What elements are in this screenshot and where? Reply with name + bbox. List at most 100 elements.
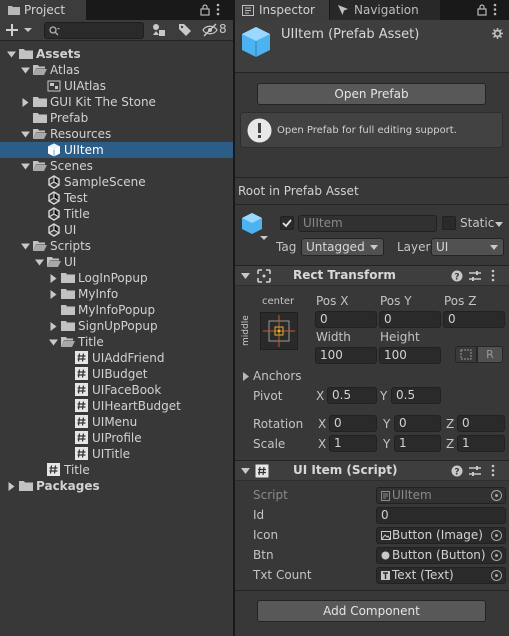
tree-item[interactable]: Test bbox=[0, 190, 233, 206]
tree-item[interactable]: SampleScene bbox=[0, 174, 233, 190]
object-field[interactable]: Button (Button) bbox=[376, 547, 506, 564]
search-by-type-icon[interactable] bbox=[152, 23, 168, 37]
layer-dropdown[interactable]: UI bbox=[431, 238, 504, 256]
object-picker-icon[interactable] bbox=[491, 570, 502, 581]
tree-item[interactable]: Title bbox=[0, 462, 233, 478]
tab-project[interactable]: Project bbox=[0, 0, 86, 20]
tree-item[interactable]: MyInfo bbox=[0, 286, 233, 302]
expand-arrow-down-icon[interactable] bbox=[35, 258, 44, 267]
foldout-arrow-icon[interactable] bbox=[241, 272, 250, 281]
tree-item-label: UIProfile bbox=[92, 431, 142, 445]
search-by-label-icon[interactable] bbox=[178, 23, 192, 37]
tree-item[interactable]: SignUpPopup bbox=[0, 318, 233, 334]
height-field[interactable]: 100 bbox=[379, 347, 441, 364]
tree-item[interactable]: UIBudget bbox=[0, 366, 233, 382]
hidden-packages-toggle[interactable] bbox=[202, 23, 218, 37]
object-picker-icon[interactable] bbox=[491, 490, 502, 501]
anchors-foldout-icon[interactable] bbox=[242, 372, 249, 381]
expand-arrow-down-icon[interactable] bbox=[21, 242, 30, 251]
rotation-z-field[interactable]: 0 bbox=[457, 415, 505, 432]
tab-navigation[interactable]: Navigation bbox=[330, 0, 440, 20]
gameobject-cube-icon[interactable] bbox=[241, 212, 269, 242]
expand-arrow-down-icon[interactable] bbox=[7, 50, 16, 59]
rect-transform-header[interactable]: Rect Transform ? bbox=[235, 265, 509, 286]
search-input[interactable] bbox=[44, 22, 144, 39]
tree-item[interactable]: Scripts bbox=[0, 238, 233, 254]
settings-gear-icon[interactable] bbox=[492, 28, 503, 39]
tree-item[interactable]: UIAddFriend bbox=[0, 350, 233, 366]
object-picker-icon[interactable] bbox=[491, 530, 502, 541]
foldout-arrow-icon[interactable] bbox=[241, 467, 250, 476]
tree-item[interactable]: UIMenu bbox=[0, 414, 233, 430]
tree-item[interactable]: UIAtlas bbox=[0, 78, 233, 94]
expand-arrow-down-icon[interactable] bbox=[49, 338, 58, 347]
pivot-y-field[interactable]: 0.5 bbox=[391, 387, 441, 404]
rotation-x-field[interactable]: 0 bbox=[329, 415, 377, 432]
tree-item[interactable]: Atlas bbox=[0, 62, 233, 78]
pos-x-field[interactable]: 0 bbox=[315, 311, 377, 328]
expand-arrow-down-icon[interactable] bbox=[21, 66, 30, 75]
static-dropdown-icon[interactable] bbox=[495, 222, 503, 227]
tree-item[interactable]: UI bbox=[0, 254, 233, 270]
tree-item[interactable]: UIProfile bbox=[0, 430, 233, 446]
expand-arrow-down-icon[interactable] bbox=[21, 130, 30, 139]
scale-z-field[interactable]: 1 bbox=[457, 435, 505, 452]
raw-edit-button[interactable]: R bbox=[477, 346, 503, 363]
open-prefab-button[interactable]: Open Prefab bbox=[257, 83, 486, 105]
rotation-y-field[interactable]: 0 bbox=[394, 415, 441, 432]
pivot-x-field[interactable]: 0.5 bbox=[327, 387, 377, 404]
tree-item[interactable]: UIItem bbox=[0, 142, 233, 158]
anchor-presets-button[interactable] bbox=[260, 312, 298, 350]
folder-icon bbox=[61, 320, 75, 334]
expand-arrow-right-icon[interactable] bbox=[49, 290, 58, 299]
width-field[interactable]: 100 bbox=[315, 347, 377, 364]
object-field[interactable]: Text (Text) bbox=[376, 567, 506, 584]
blueprint-mode-button[interactable] bbox=[455, 346, 477, 363]
component-kebab-icon[interactable] bbox=[491, 464, 503, 477]
create-add-button[interactable] bbox=[6, 23, 34, 37]
tree-item[interactable]: Title bbox=[0, 206, 233, 222]
scale-x-field[interactable]: 1 bbox=[329, 435, 377, 452]
expand-arrow-right-icon[interactable] bbox=[7, 482, 16, 491]
help-icon[interactable]: ? bbox=[451, 270, 463, 282]
static-checkbox[interactable] bbox=[442, 216, 456, 230]
object-field[interactable]: Button (Image) bbox=[376, 527, 506, 544]
presets-icon[interactable] bbox=[469, 465, 481, 477]
inspector-kebab-icon[interactable] bbox=[493, 3, 497, 16]
tree-item[interactable]: Assets bbox=[0, 46, 233, 62]
tree-item[interactable]: UIFaceBook bbox=[0, 382, 233, 398]
lock-icon[interactable] bbox=[200, 4, 210, 16]
expand-arrow-right-icon[interactable] bbox=[21, 98, 30, 107]
tree-item[interactable]: Resources bbox=[0, 126, 233, 142]
object-field[interactable]: 0 bbox=[376, 507, 506, 524]
scale-y-field[interactable]: 1 bbox=[394, 435, 441, 452]
object-name-field[interactable]: UIItem bbox=[298, 215, 437, 232]
tab-inspector[interactable]: Inspector bbox=[235, 0, 329, 20]
add-component-button[interactable]: Add Component bbox=[257, 600, 486, 622]
csharp-script-icon bbox=[75, 431, 89, 445]
expand-arrow-down-icon[interactable] bbox=[21, 162, 30, 171]
tree-item[interactable]: Title bbox=[0, 334, 233, 350]
tree-item[interactable]: GUI Kit The Stone bbox=[0, 94, 233, 110]
tag-dropdown[interactable]: Untagged bbox=[301, 238, 384, 256]
expand-arrow-right-icon[interactable] bbox=[49, 274, 58, 283]
help-icon[interactable]: ? bbox=[451, 465, 463, 477]
tree-item[interactable]: UITitle bbox=[0, 446, 233, 462]
presets-icon[interactable] bbox=[469, 270, 481, 282]
tree-item[interactable]: UIHeartBudget bbox=[0, 398, 233, 414]
expand-arrow-right-icon[interactable] bbox=[49, 322, 58, 331]
tree-item[interactable]: UI bbox=[0, 222, 233, 238]
ui-item-script-header[interactable]: UI Item (Script) ? bbox=[235, 460, 509, 481]
component-kebab-icon[interactable] bbox=[491, 269, 503, 282]
pos-z-field[interactable]: 0 bbox=[443, 311, 505, 328]
inspector-lock-icon[interactable] bbox=[477, 4, 487, 16]
pos-y-field[interactable]: 0 bbox=[379, 311, 441, 328]
tree-item[interactable]: Prefab bbox=[0, 110, 233, 126]
tree-item[interactable]: Packages bbox=[0, 478, 233, 494]
tree-item[interactable]: MyInfoPopup bbox=[0, 302, 233, 318]
active-checkbox[interactable] bbox=[280, 216, 294, 230]
tree-item[interactable]: Scenes bbox=[0, 158, 233, 174]
kebab-menu-icon[interactable] bbox=[216, 3, 220, 16]
tree-item[interactable]: LogInPopup bbox=[0, 270, 233, 286]
object-picker-icon[interactable] bbox=[491, 550, 502, 561]
